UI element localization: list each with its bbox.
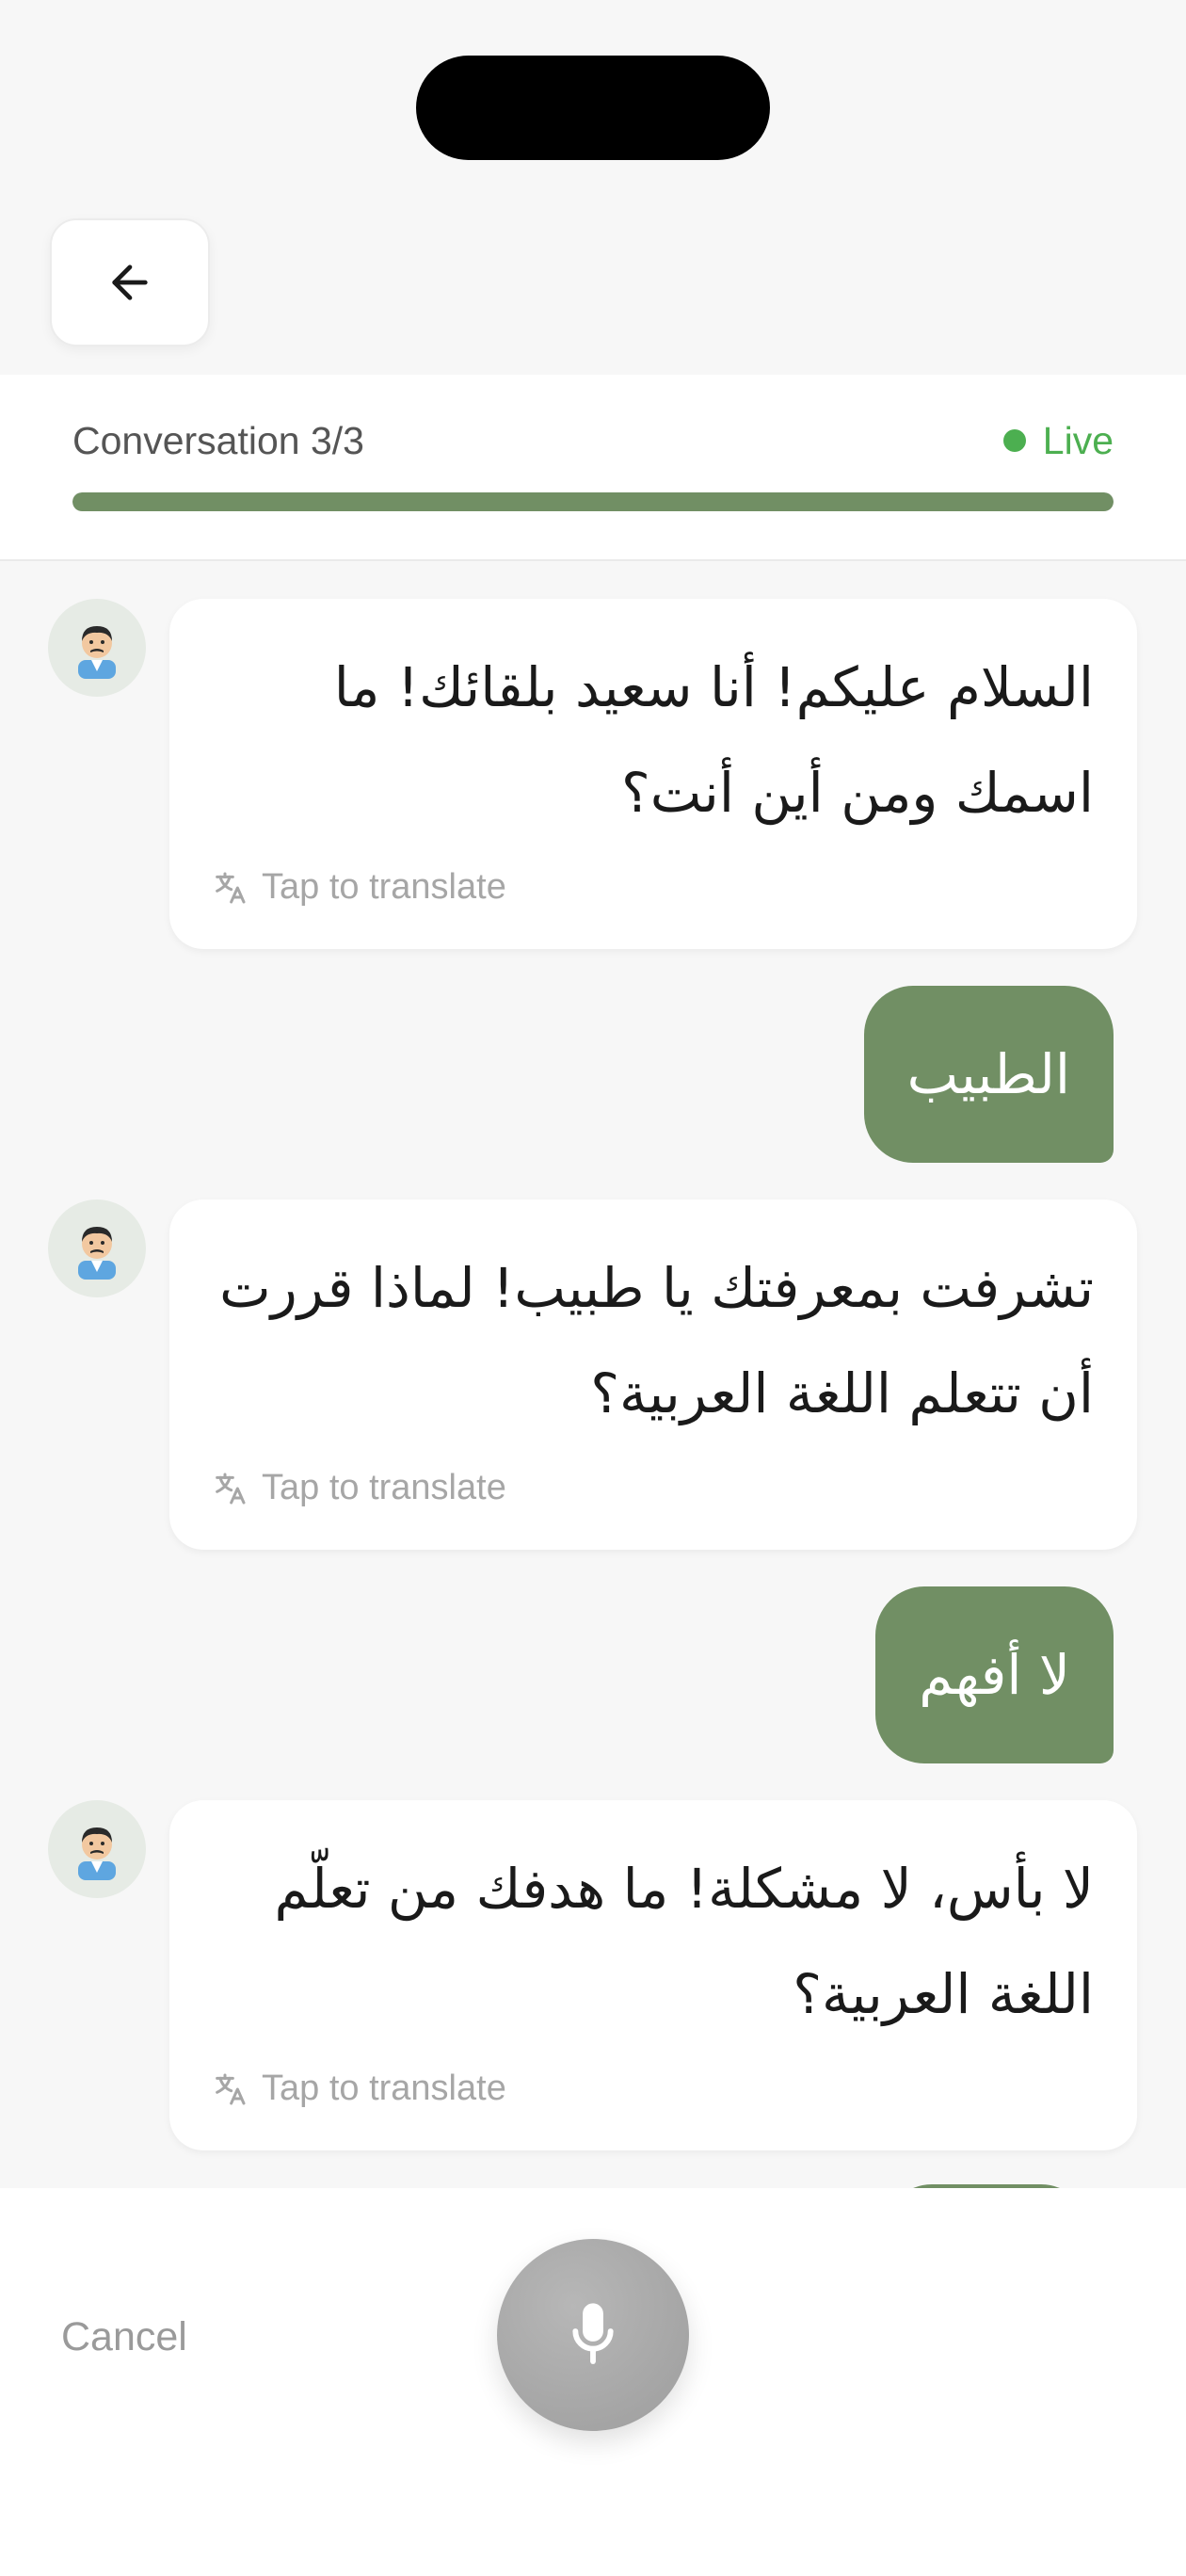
live-dot-icon — [1002, 429, 1026, 452]
microphone-icon — [572, 2303, 614, 2364]
user-message-text: الطبيب — [906, 1042, 1070, 1106]
translate-label: Tap to translate — [262, 2069, 506, 2108]
cancel-button[interactable]: Cancel — [61, 2309, 187, 2365]
man-avatar-icon — [78, 1827, 116, 1880]
man-avatar-icon — [78, 626, 116, 679]
camera-notch — [416, 56, 770, 160]
man-avatar-icon — [78, 1227, 116, 1280]
translate-label: Tap to translate — [262, 1468, 506, 1507]
user-message-text: لا أفهم — [919, 1643, 1070, 1707]
bot-message-bubble[interactable]: السلام عليكم! أنا سعيد بلقائك! ما اسمك و… — [169, 599, 1137, 949]
back-button[interactable] — [50, 218, 210, 346]
conversation-header — [0, 375, 1186, 561]
arrow-left-icon — [112, 265, 148, 300]
bot-message-text: تشرفت بمعرفتك يا طبيب! لماذا قررت أن تتع… — [219, 1256, 1094, 1425]
bot-message-bubble[interactable]: لا بأس، لا مشكلة! ما هدفك من تعلّم اللغة… — [169, 1800, 1137, 2150]
microphone-button[interactable] — [497, 2239, 689, 2431]
translate-button[interactable]: Tap to translate — [211, 2069, 506, 2109]
bot-message-text: السلام عليكم! أنا سعيد بلقائك! ما اسمك و… — [333, 655, 1094, 825]
bot-avatar — [48, 1199, 146, 1297]
translate-icon — [216, 872, 246, 903]
conversation-progress-bar — [72, 492, 1114, 511]
bot-message-bubble[interactable]: تشرفت بمعرفتك يا طبيب! لماذا قررت أن تتع… — [169, 1199, 1137, 1550]
translate-icon — [216, 1473, 246, 1504]
translate-label: Tap to translate — [262, 867, 506, 907]
bot-message-text: لا بأس، لا مشكلة! ما هدفك من تعلّم اللغة… — [274, 1857, 1094, 2026]
user-message-bubble: الطبيب — [863, 986, 1114, 1163]
live-label: Live — [1042, 419, 1114, 462]
bot-avatar — [48, 1800, 146, 1898]
live-status: Live — [1002, 414, 1114, 467]
translate-icon — [216, 2073, 246, 2104]
translate-button[interactable]: Tap to translate — [211, 867, 506, 908]
user-message-bubble: لا أفهم — [875, 1586, 1114, 1763]
progress-fill — [72, 492, 1114, 511]
translate-button[interactable]: Tap to translate — [211, 1468, 506, 1508]
conversation-counter: Conversation 3/3 — [72, 419, 364, 462]
bot-avatar — [48, 599, 146, 697]
